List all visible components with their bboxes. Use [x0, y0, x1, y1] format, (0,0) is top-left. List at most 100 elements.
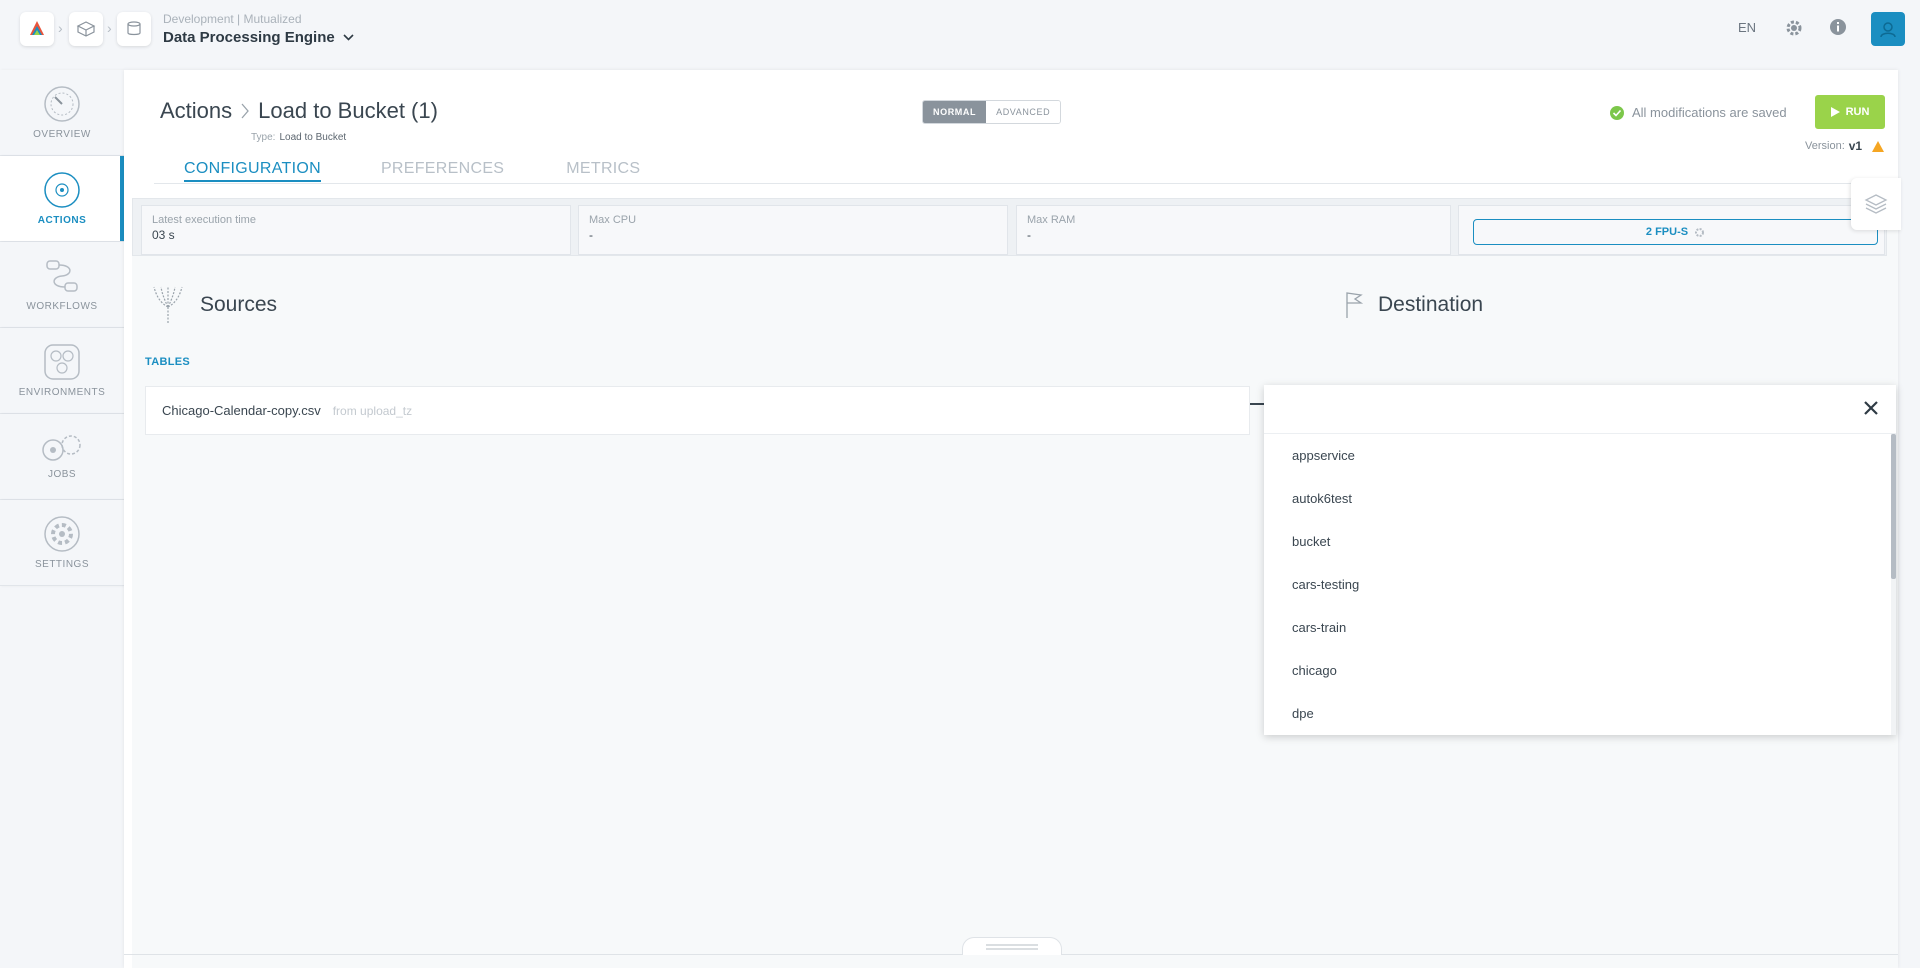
action-type: Type: Load to Bucket: [251, 132, 346, 143]
sidebar-item-overview[interactable]: OVERVIEW: [0, 70, 124, 156]
warning-icon: [1872, 140, 1885, 152]
fpu-selector[interactable]: 2 FPU-S: [1473, 219, 1878, 245]
top-bar: › › Development | Mutualized Data Proces…: [0, 0, 1920, 62]
source-table-row[interactable]: Chicago-Calendar-copy.csv from upload_tz: [145, 386, 1250, 435]
project-icon: [127, 21, 141, 36]
metric-max-cpu: Max CPU -: [578, 205, 1008, 255]
page-title: Actions Load to Bucket (1): [160, 98, 438, 124]
source-table-origin: from upload_tz: [332, 403, 413, 418]
play-icon: [1830, 107, 1840, 117]
run-label: RUN: [1845, 106, 1870, 118]
dropdown-options: appservice autok6test bucket cars-testin…: [1264, 434, 1884, 735]
chevron-right-icon: ›: [107, 20, 112, 36]
gear-icon: [1695, 227, 1705, 237]
save-status-text: All modifications are saved: [1632, 105, 1787, 120]
metric-value: 03 s: [152, 228, 175, 242]
version-value: v1: [1848, 139, 1863, 153]
sidebar-item-jobs[interactable]: JOBS: [0, 414, 124, 500]
dropdown-scrollbar[interactable]: [1891, 434, 1896, 735]
sidebar-item-label: WORKFLOWS: [26, 301, 98, 312]
sidebar-item-label: OVERVIEW: [33, 129, 91, 140]
source-destination-connector: [1250, 403, 1264, 405]
settings-icon: [44, 516, 80, 552]
sidebar-item-label: SETTINGS: [34, 559, 89, 570]
sidebar-item-environments[interactable]: ENVIRONMENTS: [0, 328, 124, 414]
mode-normal-button[interactable]: NORMAL: [923, 101, 987, 123]
sidebar-item-label: ACTIONS: [37, 215, 87, 226]
dropdown-option[interactable]: appservice: [1264, 434, 1884, 477]
tab-configuration[interactable]: CONFIGURATION: [184, 160, 321, 182]
breadcrumb-project[interactable]: [117, 12, 151, 46]
metric-value: -: [1027, 228, 1031, 242]
user-icon: [1880, 22, 1896, 38]
breadcrumb-actions-link[interactable]: Actions: [160, 98, 232, 124]
sidebar-item-settings[interactable]: SETTINGS: [0, 500, 124, 586]
breadcrumb-organization[interactable]: [69, 12, 103, 46]
source-table-name: Chicago-Calendar-copy.csv: [162, 403, 321, 418]
metric-label: Latest execution time: [152, 214, 256, 226]
dropdown-option[interactable]: cars-testing: [1264, 563, 1884, 606]
run-button[interactable]: RUN: [1815, 95, 1885, 129]
destination-header: Destination: [1344, 291, 1483, 319]
check-circle-icon: [1610, 105, 1624, 120]
project-path: Development | Mutualized: [163, 12, 302, 26]
sources-title: Sources: [200, 293, 278, 316]
sidebar-nav: OVERVIEW ACTIONS WORKFLOWS ENVIRONMENTS …: [0, 70, 124, 586]
layers-icon: [1864, 194, 1888, 214]
action-name: Load to Bucket (1): [258, 98, 438, 123]
metrics-bar: Latest execution time 03 s Max CPU - Max…: [132, 198, 1887, 256]
type-label: Type:: [251, 132, 276, 143]
tabs-divider: [154, 183, 1864, 184]
dropdown-option[interactable]: chicago: [1264, 649, 1884, 692]
jobs-icon: [42, 435, 81, 461]
tables-label: TABLES: [145, 356, 190, 368]
workflows-icon: [46, 260, 78, 292]
version-info[interactable]: Version: v1: [1805, 139, 1885, 153]
fpu-label: 2 FPU-S: [1645, 226, 1689, 238]
user-avatar-button[interactable]: [1871, 12, 1905, 46]
destination-title: Destination: [1378, 293, 1484, 316]
drag-handle-icon: [986, 943, 1038, 950]
metric-value: -: [589, 228, 593, 242]
app-logo[interactable]: [20, 12, 54, 46]
flag-icon: [1346, 292, 1364, 318]
metric-label: Max RAM: [1027, 214, 1076, 226]
dropdown-option[interactable]: autok6test: [1264, 477, 1884, 520]
close-icon[interactable]: [1860, 397, 1882, 424]
logo-icon: [30, 21, 44, 35]
chevron-right-icon: ›: [58, 20, 63, 36]
sidebar-item-label: ENVIRONMENTS: [18, 387, 106, 398]
sources-icon: [153, 286, 183, 323]
layers-toggle-button[interactable]: [1851, 178, 1901, 230]
chevron-right-icon: [241, 103, 250, 119]
tab-metrics[interactable]: METRICS: [566, 160, 640, 182]
metric-max-ram: Max RAM -: [1016, 205, 1451, 255]
sources-header: Sources: [150, 285, 277, 325]
dropdown-option[interactable]: cars-train: [1264, 606, 1884, 649]
dropdown-option[interactable]: bucket: [1264, 520, 1884, 563]
chevron-down-icon: [343, 34, 354, 41]
language-selector[interactable]: EN: [1738, 20, 1756, 35]
project-selector[interactable]: Data Processing Engine: [163, 29, 354, 46]
tab-preferences[interactable]: PREFERENCES: [381, 160, 504, 182]
info-icon[interactable]: [1829, 18, 1847, 41]
mode-toggle: NORMAL ADVANCED: [922, 100, 1062, 124]
resize-handle[interactable]: [962, 937, 1062, 955]
type-value: Load to Bucket: [279, 132, 347, 143]
mode-advanced-button[interactable]: ADVANCED: [986, 101, 1061, 123]
metric-execution-time: Latest execution time 03 s: [141, 205, 571, 255]
save-status: All modifications are saved: [1610, 105, 1787, 120]
actions-target-icon: [44, 172, 80, 208]
dropdown-option[interactable]: dpe: [1264, 692, 1884, 735]
gear-icon[interactable]: [1784, 18, 1804, 43]
project-name: Data Processing Engine: [163, 29, 335, 46]
tab-bar: CONFIGURATION PREFERENCES METRICS: [184, 160, 640, 182]
sidebar-item-label: JOBS: [47, 469, 77, 480]
sidebar-item-workflows[interactable]: WORKFLOWS: [0, 242, 124, 328]
destination-bucket-dropdown: appservice autok6test bucket cars-testin…: [1264, 385, 1896, 735]
metric-label: Max CPU: [589, 214, 637, 226]
scrollbar-thumb[interactable]: [1891, 434, 1896, 579]
dropdown-search-header[interactable]: [1264, 385, 1896, 434]
organization-icon: [76, 21, 96, 37]
sidebar-item-actions[interactable]: ACTIONS: [0, 156, 124, 242]
